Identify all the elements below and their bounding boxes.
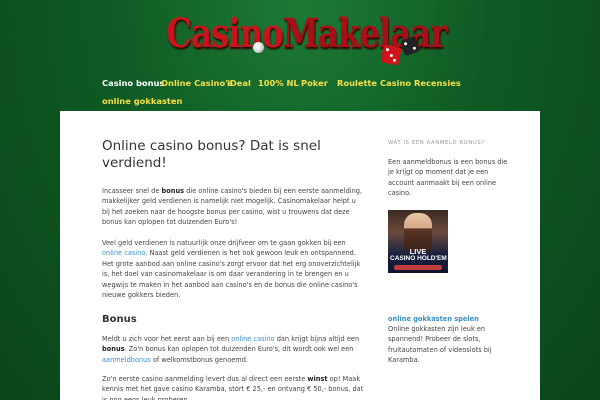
nav-item-casino-bonus[interactable]: Casino bonus [102, 78, 164, 88]
header: CasinoMakelaar [0, 0, 600, 70]
nav-item-roulette[interactable]: Roulette [337, 78, 377, 88]
aanmeldbonus-link[interactable]: aanmeldbonus [102, 356, 151, 364]
intro-paragraph: Incasseer snel de bonus die online casin… [102, 187, 363, 227]
nav-item-ideal[interactable]: iDeal [227, 78, 251, 88]
second-paragraph: Veel geld verdienen is natuurlijk onze d… [102, 239, 361, 300]
live-casino-banner[interactable]: LIVE CASINO HOLD'EM [388, 210, 448, 273]
online-casino-link[interactable]: online casino [102, 249, 145, 257]
sidebar-text-2: Online gokkasten zijn leuk en spannend! … [388, 325, 492, 364]
bonus-heading: Bonus [102, 314, 137, 325]
online-gokkasten-link[interactable]: online gokkasten spelen [388, 315, 479, 323]
banner-holdem-label: CASINO HOLD'EM [390, 255, 447, 262]
dealer-image [404, 213, 432, 251]
roulette-ball-icon [253, 42, 264, 53]
page-title: Online casino bonus? Dat is snel verdien… [102, 138, 321, 171]
main-article: Online casino bonus? Dat is snel verdien… [102, 138, 372, 400]
sidebar: Wat is een aanmeld bonus? Een aanmeldbon… [388, 140, 510, 364]
nav-item-casino-recensies[interactable]: Casino Recensies [380, 78, 461, 88]
online-casino-link-2[interactable]: online casino [231, 335, 274, 343]
content-area: Online casino bonus? Dat is snel verdien… [60, 111, 540, 400]
nav-item-poker[interactable]: Poker [301, 78, 328, 88]
nav-item-online-gokkasten[interactable]: online gokkasten [102, 96, 182, 106]
sidebar-heading: Wat is een aanmeld bonus? [388, 140, 485, 146]
nav-item-online-casinos[interactable]: Online Casino's [161, 78, 233, 88]
bonus-paragraph: Meldt u zich voor het eerst aan bij een … [102, 335, 360, 364]
winst-paragraph: Zo'n eerste casino aanmelding levert dus… [102, 375, 364, 400]
banner-strip [394, 265, 442, 270]
red-die-icon [380, 44, 402, 66]
sidebar-text: Een aanmeldbonus is een bonus die je kri… [388, 158, 508, 197]
nav-item-100-nl[interactable]: 100% NL [258, 78, 299, 88]
